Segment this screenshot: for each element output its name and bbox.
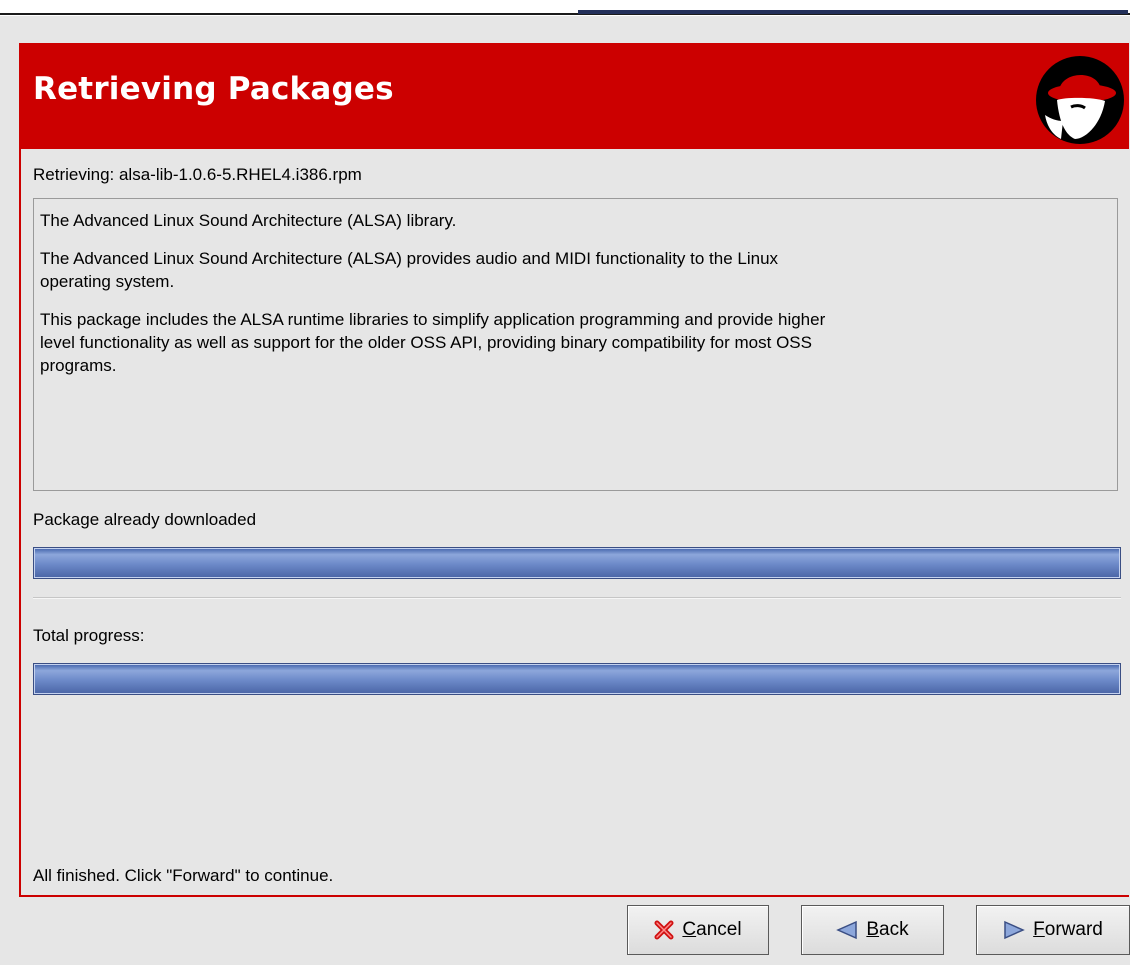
separator-highlight (33, 598, 1121, 599)
forward-arrow-icon (1003, 920, 1026, 940)
back-arrow-icon (836, 920, 858, 940)
description-paragraph: This package includes the ALSA runtime l… (40, 310, 826, 375)
page-title: Retrieving Packages (33, 71, 394, 107)
cancel-button-label: Cancel (682, 919, 742, 940)
retrieving-label: Retrieving: alsa-lib-1.0.6-5.RHEL4.i386.… (33, 165, 362, 184)
redhat-shadowman-logo (1036, 56, 1124, 144)
package-progress-label: Package already downloaded (33, 510, 257, 529)
cancel-x-icon (654, 920, 674, 940)
total-progress-label: Total progress: (33, 626, 145, 645)
forward-button[interactable]: Forward (976, 905, 1130, 955)
total-progress-bar (33, 663, 1121, 695)
description-paragraph: The Advanced Linux Sound Architecture (A… (40, 211, 457, 230)
retrieving-dialog: Retrieving Packages Retrieving: alsa-lib… (19, 43, 1129, 897)
forward-button-label: Forward (1033, 919, 1103, 940)
package-description: The Advanced Linux Sound Architecture (A… (33, 198, 1118, 491)
package-progress-fill (34, 548, 1120, 578)
back-button-label: Back (866, 919, 909, 940)
status-message: All finished. Click "Forward" to continu… (33, 866, 334, 885)
header-banner: Retrieving Packages (21, 45, 1129, 149)
cancel-button[interactable]: Cancel (627, 905, 769, 955)
installer-window: Retrieving Packages Retrieving: alsa-lib… (0, 16, 1130, 965)
total-progress-fill (34, 664, 1120, 694)
window-top-accent (578, 10, 1128, 14)
back-button[interactable]: Back (801, 905, 944, 955)
package-progress-bar (33, 547, 1121, 579)
description-paragraph: The Advanced Linux Sound Architecture (A… (40, 249, 779, 291)
